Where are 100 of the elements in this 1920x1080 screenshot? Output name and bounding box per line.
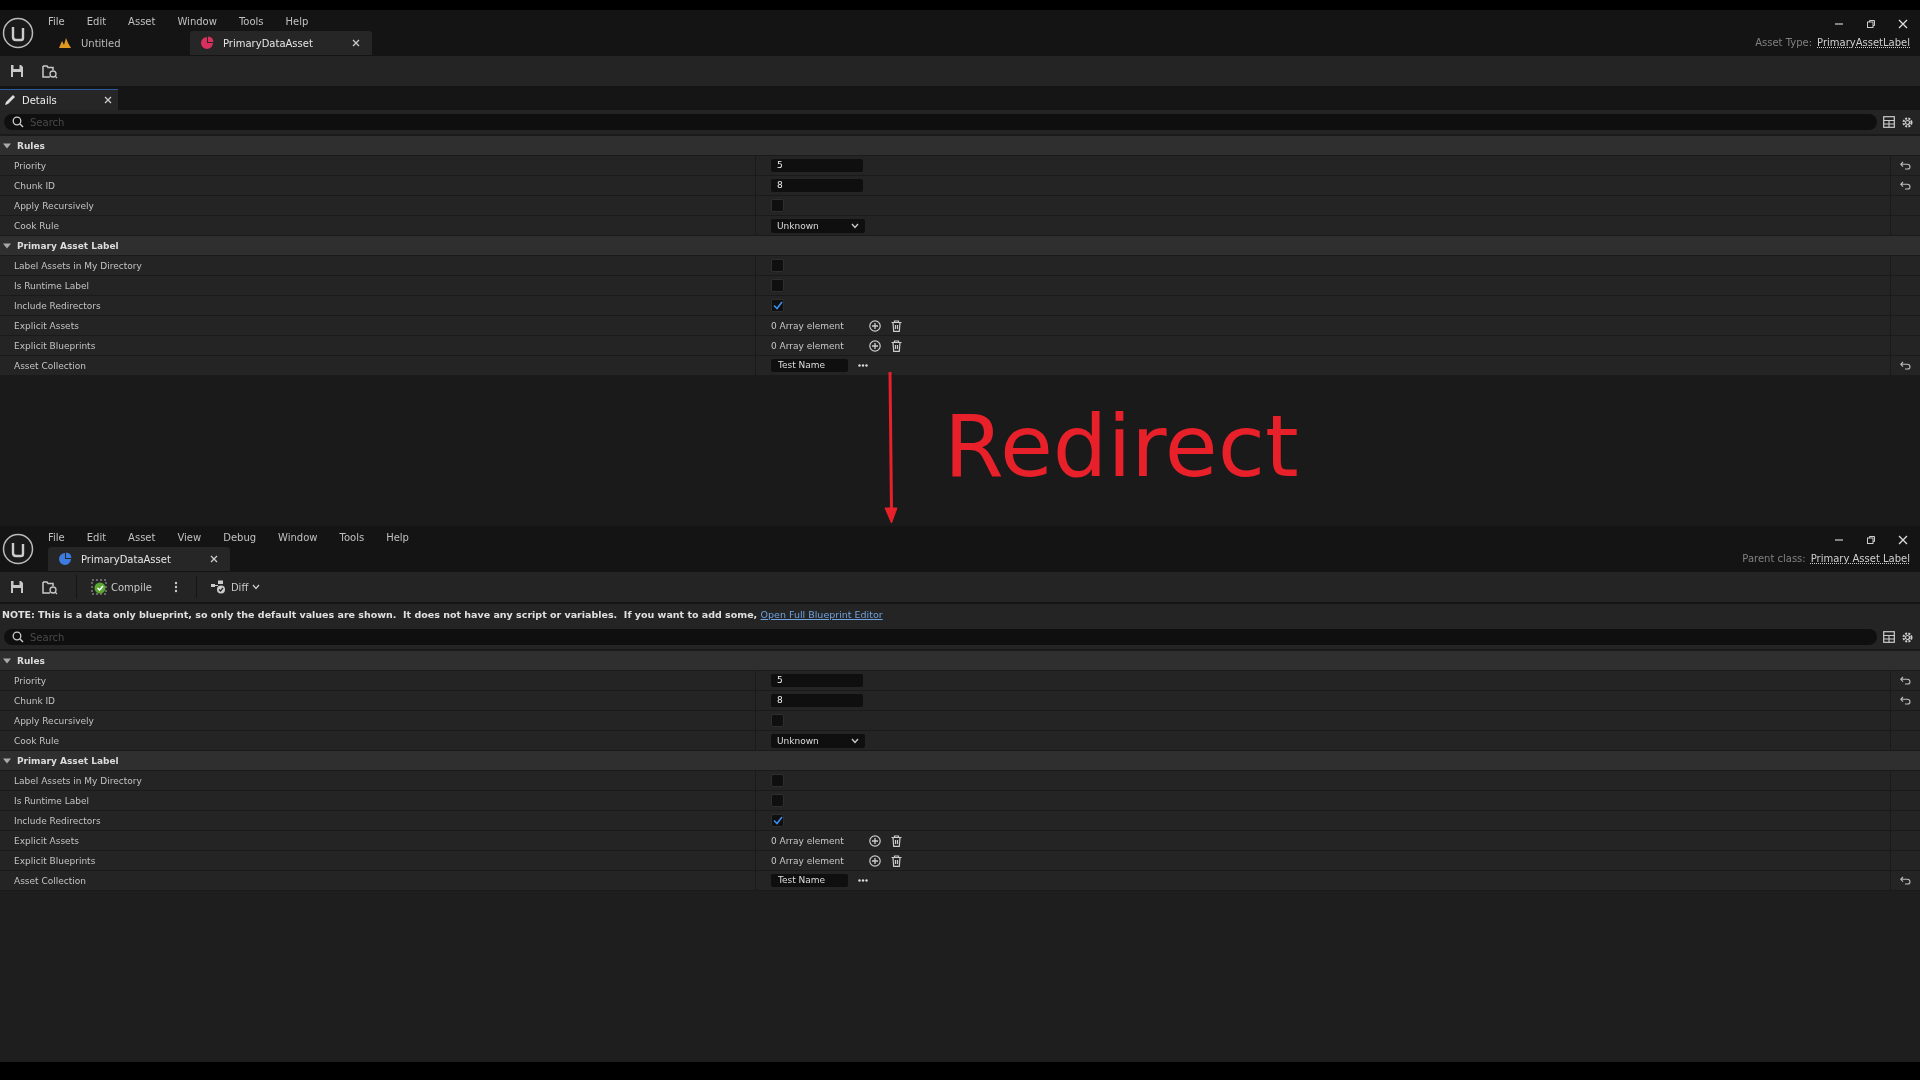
document-tab[interactable]: Untitled — [48, 31, 190, 55]
category-header[interactable]: Primary Asset Label — [0, 751, 1920, 771]
more-options-icon[interactable] — [173, 581, 178, 593]
number-field[interactable]: 8 — [771, 694, 863, 707]
property-label: Explicit Assets — [13, 319, 80, 333]
number-field[interactable]: 8 — [771, 179, 863, 192]
folder-search-icon[interactable] — [42, 579, 58, 595]
close-icon[interactable] — [352, 39, 360, 47]
trash-icon[interactable] — [891, 319, 902, 332]
table-view-icon[interactable] — [1883, 116, 1895, 128]
expand-arrow-icon[interactable] — [3, 241, 11, 250]
expand-arrow-icon[interactable] — [3, 656, 11, 665]
details-tab[interactable]: Details — [0, 89, 118, 110]
diff-icon — [210, 580, 227, 594]
category-header[interactable]: Rules — [0, 651, 1920, 671]
restore-icon[interactable] — [1866, 18, 1876, 29]
close-icon[interactable] — [1898, 534, 1908, 545]
menu-item[interactable]: Edit — [86, 531, 107, 543]
restore-icon[interactable] — [1866, 534, 1876, 545]
property-label: Cook Rule — [13, 734, 60, 748]
menu-item[interactable]: Asset — [128, 15, 156, 27]
caret-icon — [851, 737, 859, 744]
checkbox[interactable] — [771, 794, 784, 807]
text-field[interactable]: Test Name — [771, 359, 848, 372]
engine-logo-icon[interactable] — [2, 17, 34, 49]
table-view-icon[interactable] — [1883, 631, 1895, 643]
folder-search-icon[interactable] — [42, 63, 58, 79]
settings-icon[interactable] — [1901, 630, 1914, 644]
checkbox[interactable] — [771, 814, 784, 827]
menu-item[interactable]: Window — [177, 15, 217, 27]
reset-arrow-icon[interactable] — [1900, 676, 1911, 685]
text-field[interactable]: Test Name — [771, 874, 848, 887]
array-count: 0 Array element — [771, 340, 845, 351]
cook-rule-dropdown[interactable]: Unknown — [771, 218, 865, 233]
category-header[interactable]: Rules — [0, 136, 1920, 156]
reset-arrow-icon[interactable] — [1900, 361, 1911, 370]
search-field[interactable]: Search — [4, 114, 1877, 130]
category-header[interactable]: Primary Asset Label — [0, 236, 1920, 256]
number-field[interactable]: 5 — [771, 159, 863, 172]
trash-icon[interactable] — [891, 339, 902, 352]
menu-item[interactable]: File — [48, 15, 65, 27]
open-editor-link[interactable]: Open Full Blueprint Editor — [760, 609, 883, 620]
property-label: Chunk ID — [13, 694, 57, 708]
save-icon[interactable] — [10, 64, 24, 78]
reset-arrow-icon[interactable] — [1900, 696, 1911, 705]
menu-item[interactable]: Window — [278, 531, 318, 543]
header-label: Asset Type: — [1755, 36, 1813, 48]
trash-icon[interactable] — [891, 854, 902, 867]
checkbox[interactable] — [771, 299, 784, 312]
menu-item[interactable]: File — [48, 531, 65, 543]
caret-icon — [252, 584, 261, 590]
menu-item[interactable]: Asset — [128, 531, 156, 543]
settings-icon[interactable] — [1901, 115, 1914, 129]
data-only-note: NOTE: This is a data only blueprint, so only the default values are shown. It does not have any script or variables. If you want to add some, Open Full Blueprint Editor — [0, 604, 1920, 625]
class-link[interactable]: Primary Asset Label — [1810, 552, 1910, 564]
number-field[interactable]: 5 — [771, 674, 863, 687]
close-icon[interactable] — [1898, 18, 1908, 29]
document-tab[interactable]: PrimaryDataAsset — [48, 547, 230, 571]
document-tab[interactable]: PrimaryDataAsset — [190, 31, 372, 55]
reset-arrow-icon[interactable] — [1900, 181, 1911, 190]
menu-item[interactable]: Help — [386, 531, 409, 543]
menu-item[interactable]: Help — [285, 15, 309, 27]
expand-arrow-icon[interactable] — [3, 141, 11, 150]
add-icon[interactable] — [869, 854, 881, 867]
caret-icon — [851, 222, 859, 229]
property-label: Explicit Assets — [13, 834, 80, 848]
compile-button[interactable]: Compile — [76, 575, 156, 599]
property-label: Is Runtime Label — [13, 794, 90, 808]
property-label: Apply Recursively — [13, 199, 95, 213]
close-icon[interactable] — [104, 96, 112, 104]
engine-logo-icon[interactable] — [2, 533, 34, 565]
add-icon[interactable] — [869, 339, 881, 352]
ellipsis-icon[interactable] — [858, 879, 868, 882]
menu-item[interactable]: Debug — [223, 531, 257, 543]
save-icon[interactable] — [10, 580, 24, 594]
search-field[interactable]: Search — [4, 629, 1877, 645]
menu-item[interactable]: View — [177, 531, 202, 543]
trash-icon[interactable] — [891, 834, 902, 847]
property-label: Is Runtime Label — [13, 279, 90, 293]
checkbox[interactable] — [771, 199, 784, 212]
diff-button[interactable]: Diff — [195, 576, 265, 598]
compile-check-icon — [91, 579, 107, 595]
checkbox[interactable] — [771, 259, 784, 272]
menu-item[interactable]: Edit — [86, 15, 107, 27]
checkbox[interactable] — [771, 774, 784, 787]
reset-arrow-icon[interactable] — [1900, 161, 1911, 170]
checkbox[interactable] — [771, 279, 784, 292]
checkbox[interactable] — [771, 714, 784, 727]
property-label: Priority — [13, 674, 48, 688]
menu-item[interactable]: Tools — [339, 531, 365, 543]
close-icon[interactable] — [210, 555, 218, 563]
cook-rule-dropdown[interactable]: Unknown — [771, 733, 865, 748]
class-link[interactable]: PrimaryAssetLabel — [1817, 36, 1910, 48]
reset-arrow-icon[interactable] — [1900, 876, 1911, 885]
pencil-icon — [4, 94, 16, 106]
expand-arrow-icon[interactable] — [3, 756, 11, 765]
menu-item[interactable]: Tools — [238, 15, 264, 27]
ellipsis-icon[interactable] — [858, 364, 868, 367]
add-icon[interactable] — [869, 834, 881, 847]
add-icon[interactable] — [869, 319, 881, 332]
